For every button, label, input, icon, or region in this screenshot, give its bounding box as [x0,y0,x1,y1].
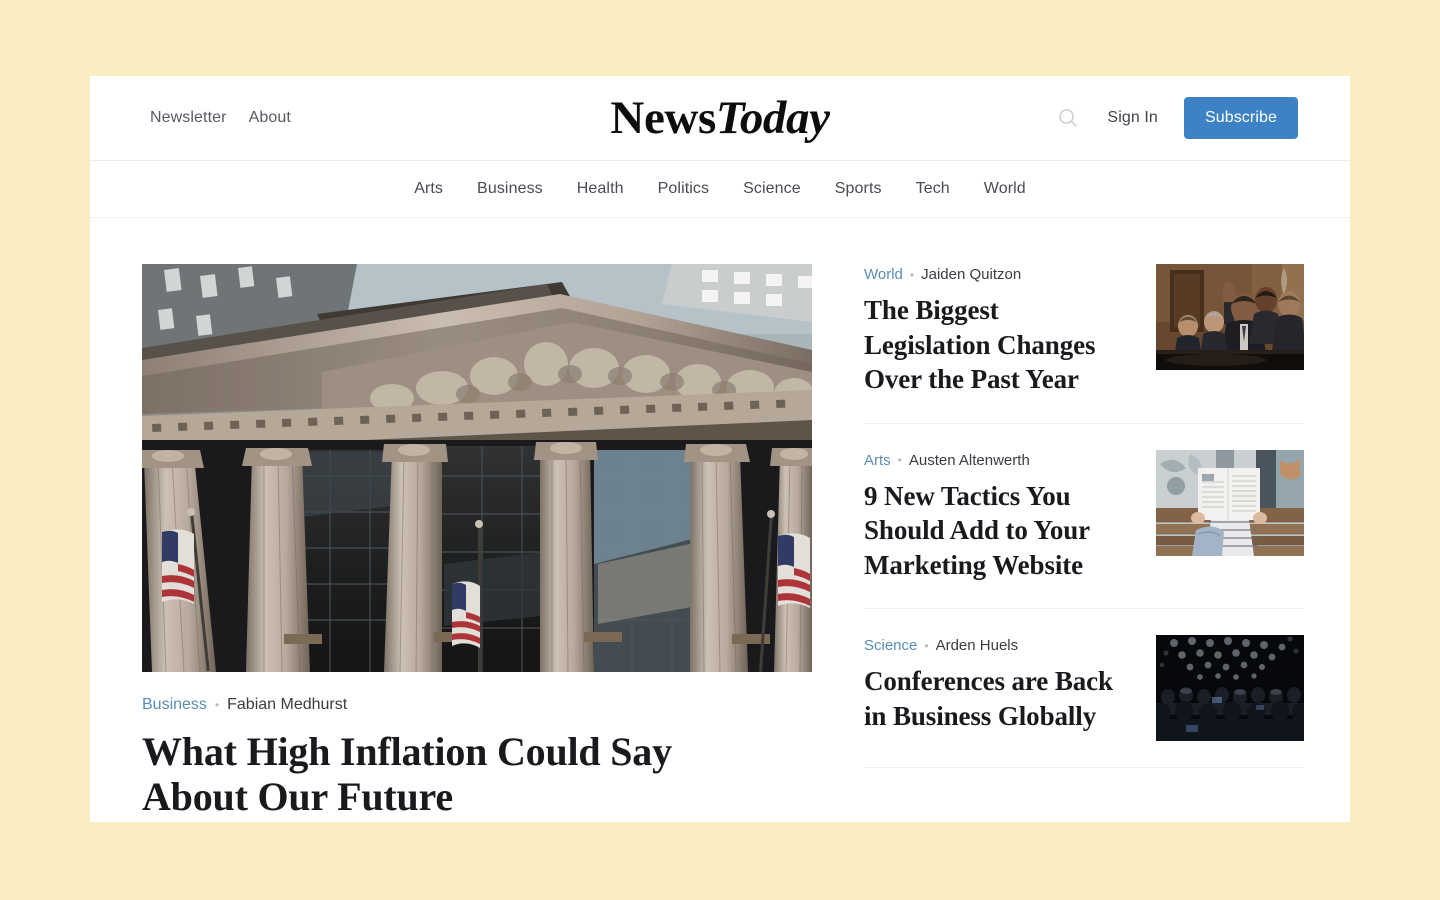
site-card: Newsletter About NewsToday Sign In Subsc… [90,76,1350,822]
sidebar-headline-3[interactable]: Conferences are Back in Business Globall… [864,664,1130,733]
logo-part-today: Today [715,92,830,144]
sidebar-author: Jaiden Quitzon [921,266,1022,283]
category-nav: Arts Business Health Politics Science Sp… [90,161,1350,218]
hero-category-link[interactable]: Business [142,696,207,714]
sidebar-thumbnail-2[interactable] [1156,449,1304,556]
list-item: Arts • Austen Altenwerth 9 New Tactics Y… [864,449,1304,610]
subscribe-button[interactable]: Subscribe [1183,97,1298,139]
sidebar-thumbnail-3[interactable] [1156,635,1304,742]
sidebar-item-text: Science • Arden Huels Conferences are Ba… [864,635,1130,733]
sidebar-category-link-world[interactable]: World [864,266,903,283]
utility-nav: Newsletter About [150,109,291,127]
search-icon[interactable] [1051,101,1085,135]
sidebar-category-link-science[interactable]: Science [864,637,917,654]
nav-item-tech[interactable]: Tech [916,180,950,198]
sidebar-headline-2[interactable]: 9 New Tactics You Should Add to Your Mar… [864,479,1130,583]
meta-separator: • [924,638,929,653]
nav-item-arts[interactable]: Arts [414,180,443,198]
hero-headline[interactable]: What High Inflation Could Say About Our … [142,729,782,820]
sidebar-item-meta: Arts • Austen Altenwerth [864,452,1130,469]
hero-meta: Business • Fabian Medhurst [142,696,812,714]
sidebar-author: Arden Huels [935,637,1019,655]
site-header: Newsletter About NewsToday Sign In Subsc… [90,76,1350,161]
list-item: Science • Arden Huels Conferences are Ba… [864,635,1304,769]
meta-separator: • [897,453,902,468]
sidebar-headline-1[interactable]: The Biggest Legislation Changes Over the… [864,293,1130,397]
hero-image[interactable]: NEW YORK STOCK EXCHANGE [142,264,812,672]
site-logo[interactable]: NewsToday [610,91,830,145]
top-link-newsletter[interactable]: Newsletter [150,109,227,127]
nav-item-business[interactable]: Business [477,180,543,198]
nav-item-politics[interactable]: Politics [658,180,709,198]
sidebar-thumbnail-1[interactable] [1156,264,1304,370]
sidebar-category-link-arts[interactable]: Arts [864,452,891,469]
list-item: World • Jaiden Quitzon The Biggest Legis… [864,264,1304,424]
sidebar-item-text: Arts • Austen Altenwerth 9 New Tactics Y… [864,450,1130,583]
hero-author: Fabian Medhurst [227,696,348,713]
hero-article: NEW YORK STOCK EXCHANGE [142,264,812,820]
meta-separator: • [214,698,220,712]
nav-item-health[interactable]: Health [577,180,624,198]
sidebar-item-meta: Science • Arden Huels [864,637,1130,654]
nav-item-world[interactable]: World [984,180,1026,198]
sidebar-author: Austen Altenwerth [908,451,1030,469]
sign-in-link[interactable]: Sign In [1093,109,1172,127]
top-link-about[interactable]: About [249,109,291,127]
main-content: NEW YORK STOCK EXCHANGE [90,218,1350,820]
sidebar-item-meta: World • Jaiden Quitzon [864,266,1130,283]
sidebar-item-text: World • Jaiden Quitzon The Biggest Legis… [864,264,1130,397]
meta-separator: • [909,267,915,282]
header-actions: Sign In Subscribe [1051,97,1298,139]
nav-item-science[interactable]: Science [743,180,801,198]
logo-part-news: News [610,92,716,144]
nav-item-sports[interactable]: Sports [835,180,882,198]
sidebar-article-list: World • Jaiden Quitzon The Biggest Legis… [864,264,1304,820]
